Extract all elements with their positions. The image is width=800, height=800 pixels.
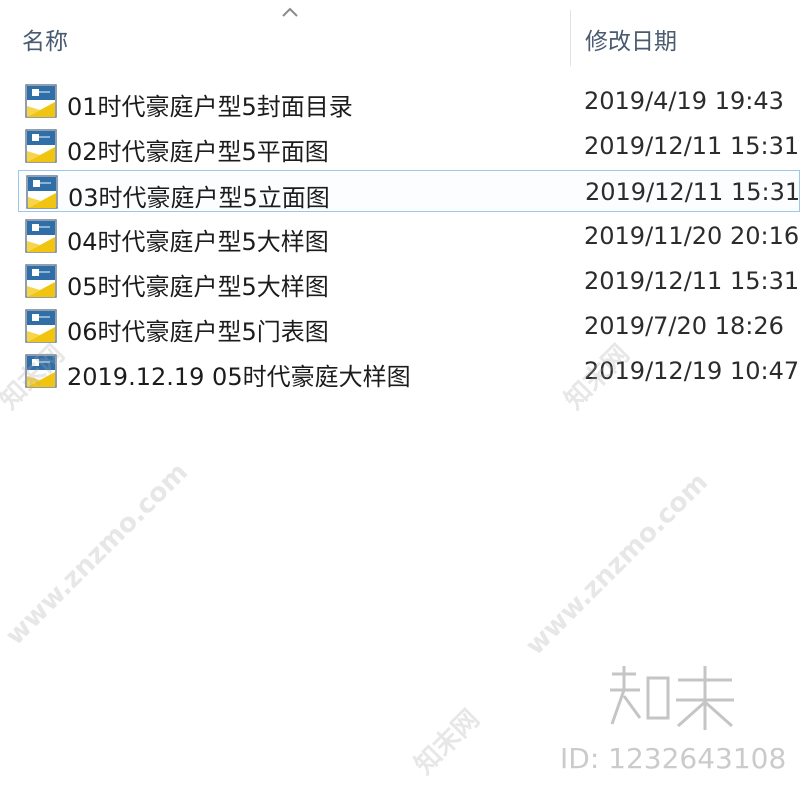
watermark-id: ID: 1232643108 bbox=[560, 742, 787, 775]
file-modified-date: 2019/11/20 20:16 bbox=[584, 222, 800, 250]
file-row[interactable]: 06时代豪庭户型5门表图 2019/7/20 18:26 bbox=[18, 305, 800, 347]
cad-drawing-icon bbox=[24, 219, 58, 253]
file-name: 04时代豪庭户型5大样图 bbox=[67, 228, 329, 256]
file-modified-date: 2019/7/20 18:26 bbox=[584, 312, 784, 340]
file-row[interactable]: 04时代豪庭户型5大样图 2019/11/20 20:16 bbox=[18, 215, 800, 257]
cad-drawing-icon bbox=[24, 84, 58, 118]
file-modified-date: 2019/12/11 15:31 bbox=[585, 178, 800, 206]
file-modified-date: 2019/4/19 19:43 bbox=[584, 87, 784, 115]
column-date-header[interactable]: 修改日期 bbox=[585, 22, 677, 56]
cad-drawing-icon bbox=[25, 175, 59, 209]
sort-ascending-icon[interactable] bbox=[280, 4, 300, 20]
file-name: 03时代豪庭户型5立面图 bbox=[68, 184, 330, 212]
file-modified-date: 2019/12/11 15:31 bbox=[584, 267, 800, 295]
file-row[interactable]: 02时代豪庭户型5平面图 2019/12/11 15:31 bbox=[18, 125, 800, 167]
cad-drawing-icon bbox=[24, 129, 58, 163]
cad-drawing-icon bbox=[24, 264, 58, 298]
watermark-logo bbox=[610, 666, 734, 730]
file-row[interactable]: 03时代豪庭户型5立面图 2019/12/11 15:31 bbox=[18, 170, 800, 212]
column-header: 名称 修改日期 bbox=[0, 0, 800, 66]
file-row[interactable]: 2019.12.19 05时代豪庭大样图 2019/12/19 10:47 bbox=[18, 350, 800, 392]
file-row[interactable]: 05时代豪庭户型5大样图 2019/12/11 15:31 bbox=[18, 260, 800, 302]
column-divider[interactable] bbox=[570, 10, 571, 66]
file-name: 02时代豪庭户型5平面图 bbox=[67, 138, 329, 166]
file-name: 06时代豪庭户型5门表图 bbox=[67, 318, 329, 346]
file-name: 2019.12.19 05时代豪庭大样图 bbox=[67, 363, 411, 391]
file-row[interactable]: 01时代豪庭户型5封面目录 2019/4/19 19:43 bbox=[18, 80, 800, 122]
file-name: 01时代豪庭户型5封面目录 bbox=[67, 93, 353, 121]
watermark-site: www.znzmo.com bbox=[0, 457, 194, 652]
file-name: 05时代豪庭户型5大样图 bbox=[67, 273, 329, 301]
column-name-header[interactable]: 名称 bbox=[22, 22, 68, 56]
watermark-site: www.znzmo.com bbox=[520, 467, 714, 662]
file-modified-date: 2019/12/11 15:31 bbox=[584, 132, 800, 160]
watermark-brand: 知末网 bbox=[409, 704, 486, 781]
